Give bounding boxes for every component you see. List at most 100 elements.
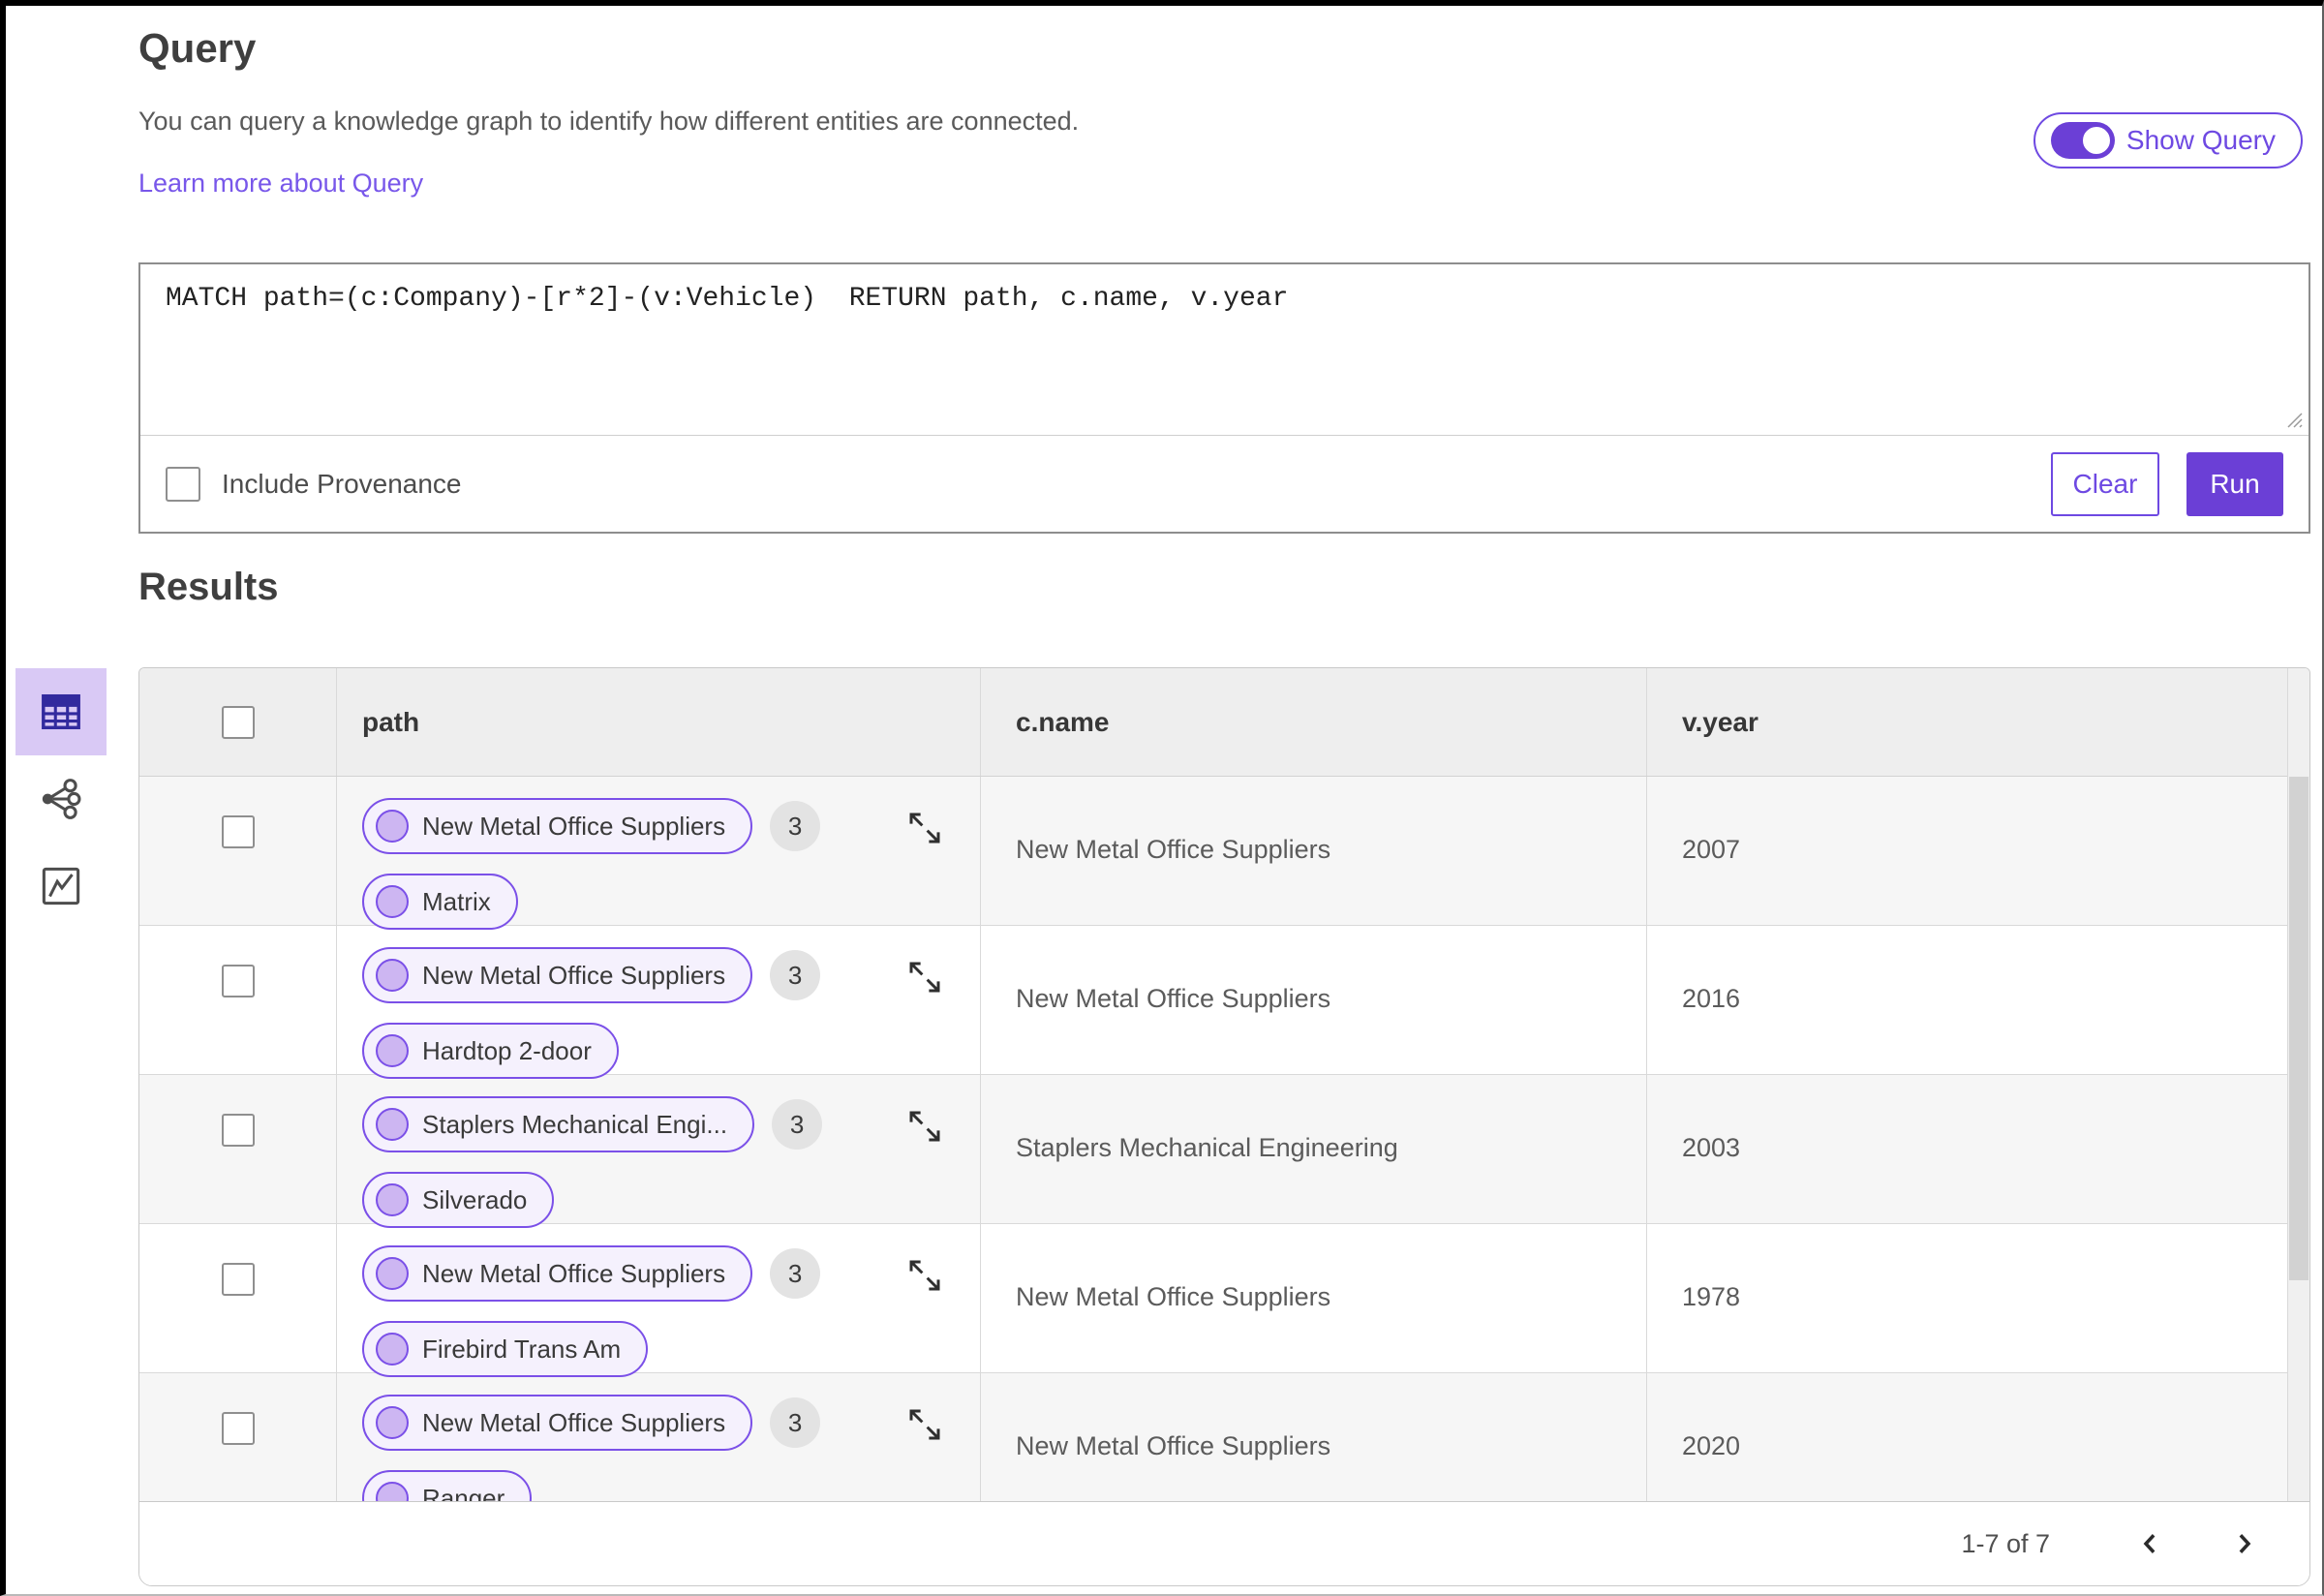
chevron-left-icon [2143, 1534, 2156, 1553]
path-node-pill[interactable]: New Metal Office Suppliers [362, 1245, 753, 1302]
path-node-pill[interactable]: New Metal Office Suppliers [362, 947, 753, 1003]
expand-icon[interactable] [904, 1106, 945, 1147]
vyear-value: 2003 [1646, 1075, 2289, 1223]
path-node-pill[interactable]: Silverado [362, 1172, 555, 1228]
table-row: New Metal Office Suppliers 3 Firebird Tr… [139, 1224, 2309, 1377]
path-node-label: Hardtop 2-door [422, 1035, 592, 1065]
node-dot-icon [376, 885, 409, 918]
node-dot-icon [376, 810, 409, 843]
cname-value: New Metal Office Suppliers [980, 1224, 1646, 1372]
row-checkbox[interactable] [221, 1263, 255, 1296]
expand-icon[interactable] [904, 808, 945, 848]
column-header-path: path [336, 668, 980, 776]
vyear-value: 2020 [1646, 1373, 2289, 1503]
query-toolbar: Include Provenance Clear Run [140, 435, 2309, 532]
node-dot-icon [376, 959, 409, 992]
scrollbar-thumb[interactable] [2289, 777, 2309, 1280]
show-query-toggle[interactable]: Show Query [2033, 112, 2303, 169]
path-node-label: Staplers Mechanical Engi... [422, 1109, 728, 1139]
vyear-value: 2016 [1646, 926, 2289, 1074]
path-node-pill[interactable]: Staplers Mechanical Engi... [362, 1096, 755, 1152]
node-dot-icon [376, 1406, 409, 1439]
vyear-value: 2007 [1646, 777, 2289, 925]
view-chart-button[interactable] [15, 843, 107, 930]
toggle-switch-on-icon [2050, 122, 2115, 159]
page-description: You can query a knowledge graph to ident… [138, 107, 1080, 136]
expand-icon[interactable] [904, 1404, 945, 1445]
query-input[interactable]: MATCH path=(c:Company)-[r*2]-(v:Vehicle)… [140, 264, 2309, 435]
main-content: Query You can query a knowledge graph to… [138, 6, 2310, 1594]
table-body: New Metal Office Suppliers 3 Matrix New … [139, 777, 2309, 1503]
column-header-vyear: v.year [1646, 668, 2289, 776]
table-view-icon [42, 693, 80, 730]
include-provenance-label: Include Provenance [222, 468, 462, 499]
results-table: path c.name v.year New Metal Office Supp… [138, 667, 2310, 1586]
table-header-row: path c.name v.year [139, 668, 2309, 777]
expand-icon[interactable] [904, 1255, 945, 1296]
pagination-label: 1-7 of 7 [1961, 1528, 2050, 1558]
node-dot-icon [376, 1482, 409, 1503]
path-count-badge: 3 [770, 801, 821, 851]
node-dot-icon [376, 1183, 409, 1216]
table-footer: 1-7 of 7 [139, 1501, 2309, 1585]
table-scrollbar[interactable] [2287, 668, 2309, 1503]
learn-more-link[interactable]: Learn more about Query [138, 169, 423, 199]
path-node-label: Matrix [422, 886, 491, 916]
path-node-pill[interactable]: Ranger [362, 1470, 533, 1504]
table-row: New Metal Office Suppliers 3 Ranger New … [139, 1373, 2309, 1503]
clear-button[interactable]: Clear [2051, 451, 2159, 516]
results-title: Results [138, 566, 279, 608]
table-row: Staplers Mechanical Engi... 3 Silverado … [139, 1075, 2309, 1228]
path-count-badge: 3 [772, 1099, 823, 1150]
row-checkbox[interactable] [221, 1412, 255, 1445]
run-button[interactable]: Run [2186, 451, 2283, 516]
cname-value: Staplers Mechanical Engineering [980, 1075, 1646, 1223]
path-node-pill[interactable]: Firebird Trans Am [362, 1321, 649, 1377]
path-node-label: New Metal Office Suppliers [422, 1258, 726, 1288]
select-all-checkbox[interactable] [221, 705, 255, 739]
page-title: Query [138, 25, 257, 71]
path-count-badge: 3 [770, 1248, 821, 1299]
path-node-pill[interactable]: New Metal Office Suppliers [362, 798, 753, 854]
path-cell: New Metal Office Suppliers 3 Ranger [336, 1373, 980, 1503]
cname-value: New Metal Office Suppliers [980, 926, 1646, 1074]
cname-value: New Metal Office Suppliers [980, 777, 1646, 925]
prev-page-button[interactable] [2131, 1524, 2170, 1563]
row-checkbox[interactable] [221, 815, 255, 848]
path-node-pill[interactable]: Matrix [362, 874, 518, 930]
path-cell: New Metal Office Suppliers 3 Firebird Tr… [336, 1224, 980, 1377]
row-checkbox[interactable] [221, 965, 255, 998]
path-node-pill[interactable]: Hardtop 2-door [362, 1023, 619, 1079]
cname-value: New Metal Office Suppliers [980, 1373, 1646, 1503]
table-row: New Metal Office Suppliers 3 Matrix New … [139, 777, 2309, 930]
next-page-button[interactable] [2224, 1524, 2263, 1563]
column-header-cname: c.name [980, 668, 1646, 776]
path-count-badge: 3 [770, 1397, 821, 1448]
resize-grip-icon[interactable] [2282, 408, 2304, 429]
query-editor: MATCH path=(c:Company)-[r*2]-(v:Vehicle)… [140, 264, 2309, 435]
path-cell: New Metal Office Suppliers 3 Matrix [336, 777, 980, 930]
view-table-button[interactable] [15, 668, 107, 755]
row-checkbox[interactable] [221, 1114, 255, 1147]
path-node-pill[interactable]: New Metal Office Suppliers [362, 1395, 753, 1451]
path-node-label: New Metal Office Suppliers [422, 960, 726, 990]
path-node-label: New Metal Office Suppliers [422, 1407, 726, 1437]
path-node-label: Silverado [422, 1184, 528, 1214]
show-query-label: Show Query [2125, 125, 2276, 155]
query-panel: MATCH path=(c:Company)-[r*2]-(v:Vehicle)… [138, 262, 2310, 534]
path-cell: New Metal Office Suppliers 3 Hardtop 2-d… [336, 926, 980, 1079]
path-cell: Staplers Mechanical Engi... 3 Silverado [336, 1075, 980, 1228]
path-node-label: New Metal Office Suppliers [422, 811, 726, 841]
view-graph-button[interactable] [15, 755, 107, 843]
table-row: New Metal Office Suppliers 3 Hardtop 2-d… [139, 926, 2309, 1079]
network-graph-icon [42, 779, 81, 819]
include-provenance-checkbox[interactable] [166, 466, 200, 502]
results-view-rail [15, 668, 107, 930]
node-dot-icon [376, 1333, 409, 1366]
expand-icon[interactable] [904, 957, 945, 998]
app-window: Query You can query a knowledge graph to… [0, 0, 2324, 1596]
path-node-label: Ranger [422, 1483, 505, 1504]
path-count-badge: 3 [770, 950, 821, 1000]
node-dot-icon [376, 1257, 409, 1290]
node-dot-icon [376, 1108, 409, 1141]
